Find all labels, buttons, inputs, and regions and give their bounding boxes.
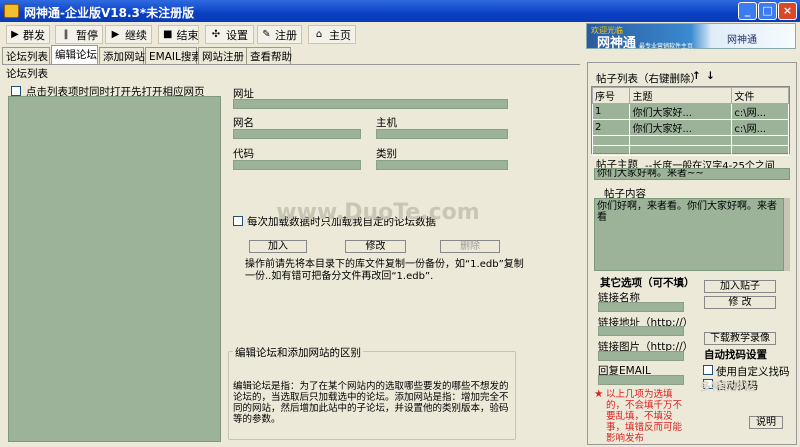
app-logo-icon <box>4 4 19 18</box>
tab-4[interactable]: 网站注册 <box>198 47 248 64</box>
code-label: 代码 <box>233 148 254 160</box>
home-icon: ⌂ <box>315 29 323 40</box>
table-cell <box>629 145 733 156</box>
banner-subtitle: 最专业营销软件主页 <box>639 43 694 50</box>
url-input[interactable] <box>233 99 508 109</box>
content-scrollbar[interactable] <box>784 198 790 271</box>
post-column-header[interactable]: 主题 <box>629 87 733 104</box>
table-row[interactable]: 1 你们大家好... c:\网... <box>591 103 789 120</box>
resume-button[interactable]: ▶ 继续 <box>105 25 152 44</box>
link-url-input[interactable] <box>598 326 684 336</box>
toolbar-label: 暂停 <box>76 28 98 42</box>
tab-bar: 论坛列表 编辑论坛 添加网站 EMAIL搜索 网站注册 查看帮助 <box>0 45 580 64</box>
table-cell <box>731 135 789 146</box>
resume-icon: ▶ <box>111 29 120 40</box>
toolbar-label: 主页 <box>329 28 351 42</box>
add-forum-button[interactable]: 加入 <box>249 240 307 253</box>
table-cell: 1 <box>591 103 631 120</box>
post-table[interactable]: 序号 主题 文件 1 你们大家好... c:\网... 2 你们大家好... c:\网... <box>591 86 790 156</box>
table-cell <box>591 135 631 146</box>
category-label: 类别 <box>376 148 397 160</box>
settings-icon: ✣ <box>211 29 221 40</box>
tab-3[interactable]: EMAIL搜索 <box>145 47 202 64</box>
pause-icon: ‖ <box>63 29 69 40</box>
table-cell: c:\网... <box>731 103 789 120</box>
edit-forum-button[interactable]: 修改 <box>345 240 406 253</box>
toolbar-label: 设置 <box>226 28 248 42</box>
host-input[interactable] <box>376 129 508 139</box>
window-title: 网神通-企业版V18.3*未注册版 <box>24 6 195 20</box>
stop-button[interactable]: ■ 结束 <box>158 25 199 44</box>
edit-post-button[interactable]: 修 改 <box>704 296 776 309</box>
backup-note: 操作前请先将本目录下的库文件复制一份备份，如“1.edb”复制一份..如有错可把… <box>245 259 524 282</box>
add-post-button[interactable]: 加入贴子 <box>704 280 776 293</box>
delete-forum-button[interactable]: 删除 <box>440 240 500 253</box>
diff-text: 编辑论坛是指：为了在某个网站内的选取哪些要发的哪些不想发的论坛的，当选取后只加载… <box>233 381 509 425</box>
host-label: 主机 <box>376 117 397 129</box>
table-cell <box>731 145 789 156</box>
table-row[interactable] <box>591 145 789 156</box>
play-icon: ▶ <box>11 29 19 40</box>
toolbar-label: 群发 <box>23 28 45 42</box>
post-list-title: 帖子列表（右键删除） <box>596 73 701 85</box>
help-button[interactable]: 说明 <box>749 416 783 429</box>
toolbar-label: 结束 <box>176 28 199 42</box>
toolbar-label: 注册 <box>275 28 297 42</box>
pause-button[interactable]: ‖ 暂停 <box>55 25 103 44</box>
table-cell: 你们大家好... <box>629 119 733 136</box>
table-row[interactable] <box>591 135 789 146</box>
register-button[interactable]: ✎ 注册 <box>257 25 302 44</box>
table-cell <box>629 135 733 146</box>
custom-captcha-checkbox[interactable] <box>703 365 713 375</box>
subject-input[interactable]: 你们大家好啊。来者~~ <box>594 168 790 180</box>
table-row[interactable]: 2 你们大家好... c:\网... <box>591 119 789 136</box>
post-column-header[interactable]: 文件 <box>731 87 789 104</box>
category-input[interactable] <box>376 160 508 170</box>
home-button[interactable]: ⌂ 主页 <box>308 25 356 44</box>
list-title: 论坛列表 <box>6 68 48 80</box>
title-bar: 网神通-企业版V18.3*未注册版 _ □ × <box>0 0 800 22</box>
diff-title: 编辑论坛和添加网站的区别 <box>233 345 363 360</box>
tab-0[interactable]: 论坛列表 <box>2 47 50 64</box>
minimize-button[interactable]: _ <box>738 2 757 20</box>
code-input[interactable] <box>233 160 361 170</box>
table-cell: c:\网... <box>731 119 789 136</box>
toolbar-label: 继续 <box>125 28 147 42</box>
banner-brand: 网神通 <box>597 36 637 51</box>
stop-icon: ■ <box>163 29 173 40</box>
captcha-title: 自动找码设置 <box>704 349 767 361</box>
tab-2[interactable]: 添加网站 <box>99 47 145 64</box>
link-name-input[interactable] <box>598 302 684 312</box>
warning-icon: ★ <box>594 388 604 400</box>
banner-right-text: 网神通 <box>727 35 757 46</box>
table-cell: 你们大家好... <box>629 103 733 120</box>
watermark-text: www.DuoTe.com <box>276 200 480 225</box>
toolbar: ▶ 群发 ‖ 暂停 ▶ 继续 ■ 结束 ✣ 设置 ✎ 注册 ⌂ 主页 <box>0 22 580 46</box>
register-icon: ✎ <box>262 29 271 40</box>
name-label: 网名 <box>233 117 254 129</box>
custom-captcha-label: 使用自定义找码 <box>716 366 790 378</box>
table-cell: 2 <box>591 119 631 136</box>
link-image-input[interactable] <box>598 351 684 361</box>
warning-text: 以上几项为选填的，不会填千万不要乱填，不填没事，填错反而可能影响发布 <box>606 389 683 444</box>
corner-watermark: 多特软件站 <box>700 380 755 393</box>
forum-list[interactable] <box>8 96 221 442</box>
reply-email-input[interactable] <box>598 375 684 385</box>
settings-button[interactable]: ✣ 设置 <box>205 25 254 44</box>
content-textarea[interactable]: 你们好啊，来者看。你们大家好啊。来者看 <box>594 198 784 271</box>
banner: 欢迎光临 网神通 最专业营销软件主页 网神通 <box>586 23 796 51</box>
name-input[interactable] <box>233 129 361 139</box>
tab-1[interactable]: 编辑论坛 <box>51 45 98 64</box>
other-options-title: 其它选项（可不填） <box>600 277 695 289</box>
open-on-click-checkbox[interactable] <box>11 86 21 96</box>
send-button[interactable]: ▶ 群发 <box>6 25 50 44</box>
move-up-icon[interactable]: ↑ <box>692 70 701 82</box>
close-button[interactable]: × <box>778 2 797 20</box>
move-down-icon[interactable]: ↓ <box>706 70 715 82</box>
table-cell <box>591 145 631 156</box>
tab-5[interactable]: 查看帮助 <box>246 47 292 64</box>
post-column-header[interactable]: 序号 <box>591 87 631 104</box>
download-video-button[interactable]: 下载教学录像 <box>704 332 776 345</box>
maximize-button[interactable]: □ <box>758 2 777 20</box>
